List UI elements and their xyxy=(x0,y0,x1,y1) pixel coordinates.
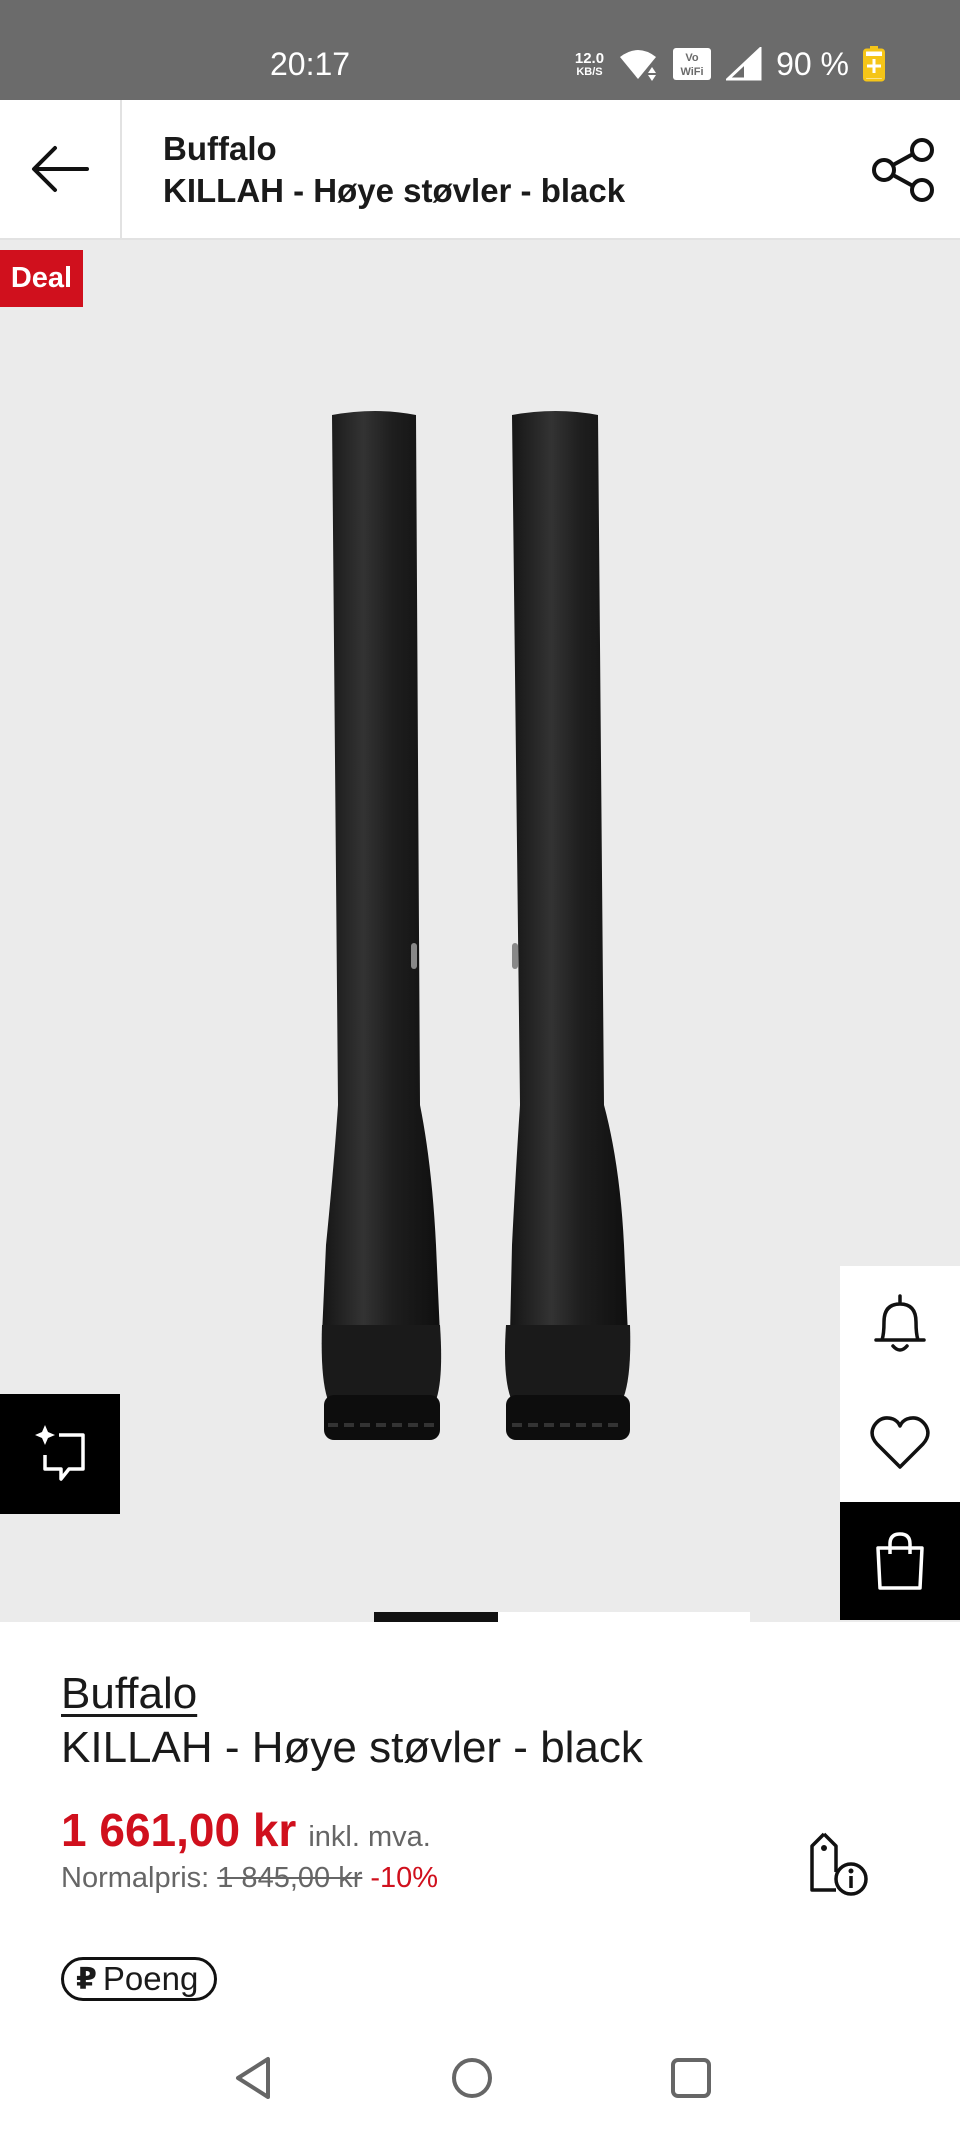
points-badge[interactable]: ₽ Poeng xyxy=(61,1957,218,2001)
system-navigation-bar xyxy=(0,2023,960,2133)
battery-charging-icon xyxy=(863,46,885,82)
share-icon xyxy=(872,138,934,202)
share-button[interactable] xyxy=(870,136,938,204)
normal-price-label: Normalpris: xyxy=(61,1862,210,1894)
brand-link[interactable]: Buffalo xyxy=(61,1668,197,1720)
vowifi-icon: Vo WiFi xyxy=(673,48,712,80)
nav-recents-icon xyxy=(671,2058,711,2098)
discount-percent: -10% xyxy=(370,1862,439,1894)
status-time: 20:17 xyxy=(270,46,351,82)
points-label: Poeng xyxy=(102,1960,199,1997)
svg-text:WiFi: WiFi xyxy=(681,66,704,78)
wishlist-button[interactable] xyxy=(840,1384,960,1502)
bell-icon xyxy=(874,1294,926,1352)
network-speed-value: 12.0 xyxy=(574,49,605,67)
status-bar: 20:17 12.0 KB/S Vo WiFi 90 % xyxy=(0,0,960,100)
product-name: KILLAH - Høye støvler - black xyxy=(61,1723,643,1772)
vat-note: inkl. mva. xyxy=(308,1821,431,1853)
notify-button[interactable] xyxy=(840,1266,960,1384)
normal-price: 1 845,00 kr xyxy=(217,1862,363,1894)
add-to-bag-button[interactable] xyxy=(840,1502,960,1620)
product-image-boots xyxy=(321,411,631,1440)
network-speed: 12.0 KB/S xyxy=(575,51,604,78)
nav-back-button[interactable] xyxy=(230,2053,280,2103)
ai-feature-button[interactable] xyxy=(0,1394,120,1514)
shopping-bag-icon xyxy=(876,1532,924,1590)
svg-text:Vo: Vo xyxy=(685,52,699,64)
price-row: 1 661,00 kr inkl. mva. xyxy=(61,1804,431,1856)
top-app-bar: Buffalo KILLAH - Høye støvler - black xyxy=(0,100,960,240)
product-image-gallery[interactable]: Deal xyxy=(0,240,960,1622)
header-brand: Buffalo xyxy=(163,130,277,167)
normal-price-row: Normalpris: 1 845,00 kr -10% xyxy=(61,1862,438,1895)
nav-home-icon xyxy=(452,2058,492,2098)
nav-back-icon xyxy=(236,2057,270,2099)
side-action-bar xyxy=(840,1266,960,1620)
points-icon: ₽ xyxy=(76,1962,97,1996)
signal-icon xyxy=(726,47,762,81)
network-speed-unit: KB/S xyxy=(576,65,603,78)
back-button[interactable] xyxy=(0,100,122,238)
header-title: KILLAH - Høye støvler - black xyxy=(163,172,626,209)
price-info-button[interactable] xyxy=(806,1832,872,1898)
wifi-icon xyxy=(620,50,657,81)
arrow-left-icon xyxy=(32,146,89,192)
image-pager xyxy=(374,1612,750,1622)
nav-recents-button[interactable] xyxy=(666,2053,716,2103)
sparkle-crop-icon xyxy=(35,1425,85,1481)
heart-icon xyxy=(870,1416,930,1469)
battery-percent: 90 % xyxy=(776,46,849,82)
current-price: 1 661,00 kr xyxy=(61,1804,297,1856)
status-icons: 12.0 KB/S Vo WiFi 90 % xyxy=(575,40,885,88)
price-tag-info-icon xyxy=(810,1832,868,1896)
nav-home-button[interactable] xyxy=(447,2053,497,2103)
deal-badge: Deal xyxy=(0,250,83,307)
image-pager-active xyxy=(374,1612,498,1622)
header-text: Buffalo KILLAH - Høye støvler - black xyxy=(163,128,625,212)
